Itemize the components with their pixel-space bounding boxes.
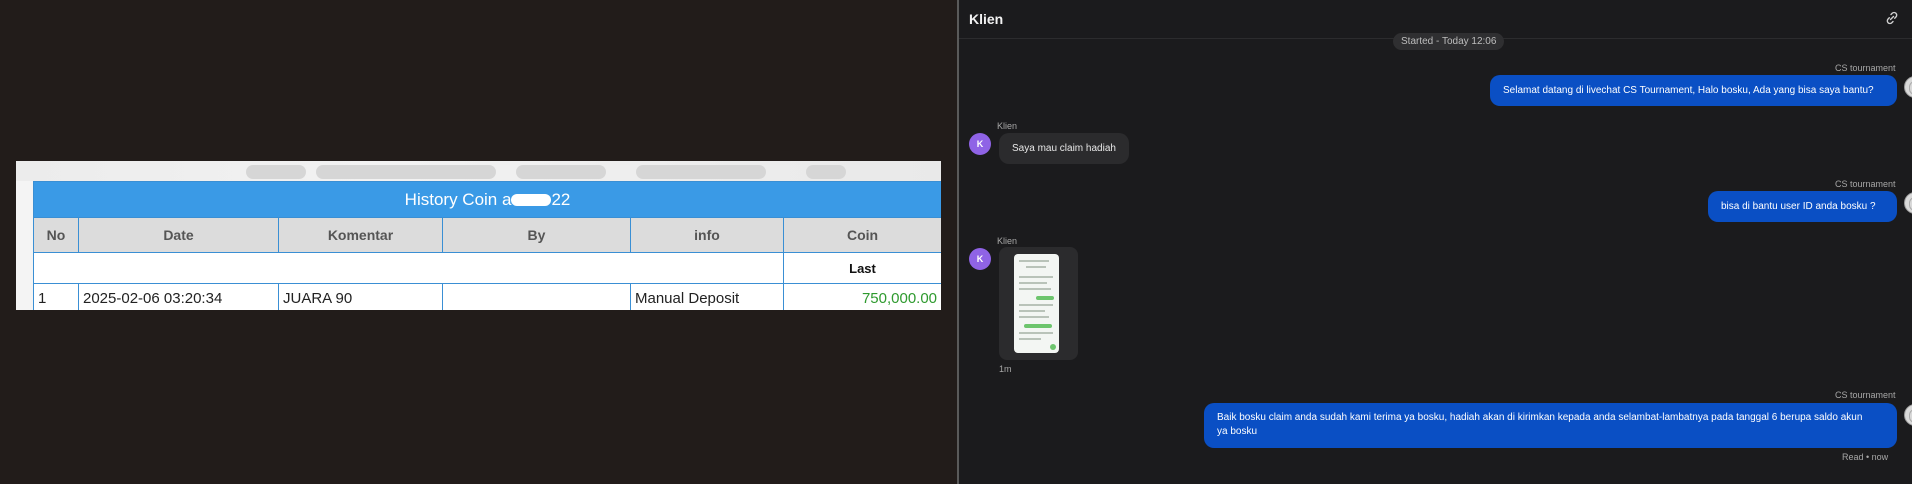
agent-message-bubble: Selamat datang di livechat CS Tournament… (1490, 75, 1897, 106)
cell-no: 1 (33, 283, 79, 310)
message-text: bisa di bantu user ID anda bosku ? (1721, 201, 1876, 212)
agent-avatar (1904, 192, 1912, 214)
table-row: 1 2025-02-06 03:20:34 JUARA 90 Manual De… (33, 283, 941, 310)
image-attachment[interactable] (999, 247, 1078, 360)
sub-header-empty (33, 252, 784, 284)
session-started-pill: Started - Today 12:06 (1393, 33, 1505, 50)
client-name-label: Klien (997, 121, 1018, 131)
agent-name-label: CS tournament (1835, 179, 1896, 189)
more-options-icon[interactable]: ⋮ (1906, 8, 1912, 25)
cell-date: 2025-02-06 03:20:34 (78, 283, 279, 310)
client-message-bubble: Saya mau claim hadiah (999, 133, 1129, 164)
cell-info: Manual Deposit (630, 283, 784, 310)
message-text: ya bosku (1217, 426, 1258, 437)
col-header-coin: Coin (782, 217, 941, 253)
sub-header-last: Last (782, 252, 941, 284)
col-header-date: Date (78, 217, 279, 253)
redaction-mark (511, 194, 552, 207)
table-title-prefix: History Coin a (404, 189, 512, 209)
agent-name-label: CS tournament (1835, 390, 1896, 400)
map-banner (16, 161, 941, 181)
client-avatar: K (969, 248, 991, 270)
table-header-row: No Date Komentar By info Coin (33, 217, 941, 253)
agent-message-bubble: Baik bosku claim anda sudah kami terima … (1204, 403, 1897, 448)
agent-name-label: CS tournament (1835, 63, 1896, 73)
message-text: Selamat datang di livechat CS Tournament… (1503, 85, 1874, 96)
table-title-suffix: 22 (551, 189, 571, 209)
message-time: 1m (999, 364, 1012, 374)
history-coin-table: History Coin a 22 No Date Komentar By inf… (32, 181, 941, 310)
agent-avatar (1904, 404, 1912, 426)
table-title: History Coin a 22 (32, 181, 941, 218)
message-text: Saya mau claim hadiah (1012, 143, 1116, 154)
image-thumbnail[interactable] (1014, 254, 1059, 353)
col-header-komentar: Komentar (278, 217, 443, 253)
history-coin-window: History Coin a 22 No Date Komentar By inf… (16, 161, 941, 310)
col-header-by: By (442, 217, 631, 253)
link-icon[interactable] (1884, 10, 1900, 26)
sub-header-row: Last (33, 252, 941, 284)
cell-by (442, 283, 631, 310)
client-avatar: K (969, 133, 991, 155)
agent-avatar (1904, 76, 1912, 98)
read-status: Read • now (1842, 452, 1889, 462)
chat-panel: Klien ⋮ Started - Today 12:06 CS tournam… (959, 0, 1912, 484)
col-header-info: info (630, 217, 784, 253)
col-header-no: No (33, 217, 79, 253)
client-name-label: Klien (997, 236, 1018, 246)
agent-message-bubble: bisa di bantu user ID anda bosku ? (1708, 191, 1897, 222)
cell-coin: 750,000.00 (782, 283, 941, 310)
message-text: Baik bosku claim anda sudah kami terima … (1217, 412, 1863, 423)
chat-title: Klien (969, 11, 1004, 27)
history-coin-pane: History Coin a 22 No Date Komentar By inf… (0, 0, 957, 484)
cell-komentar: JUARA 90 (278, 283, 443, 310)
